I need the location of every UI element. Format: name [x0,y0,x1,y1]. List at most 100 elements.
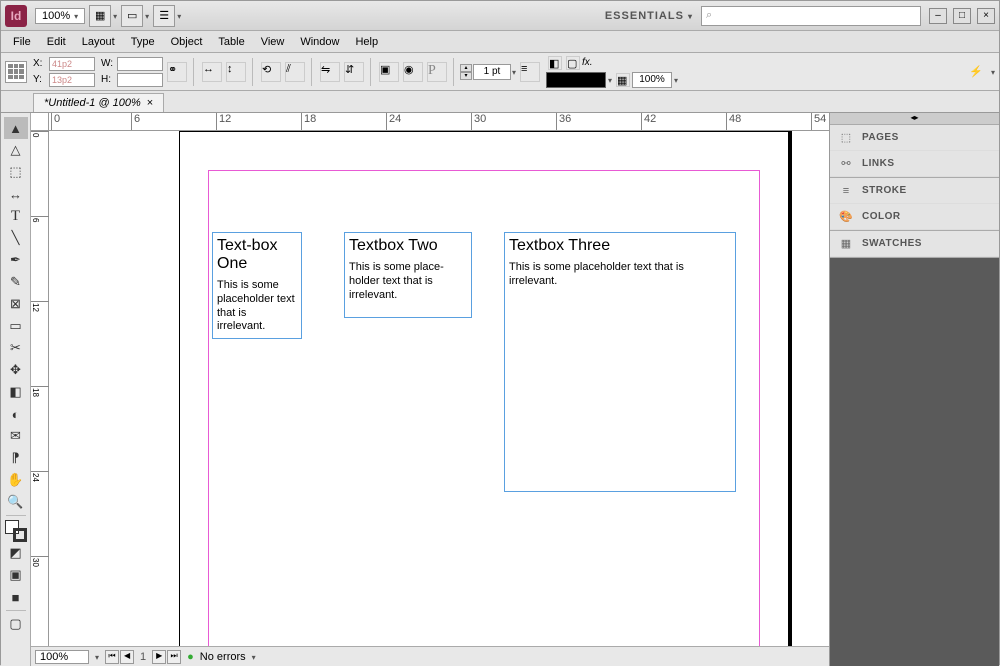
menu-file[interactable]: File [5,34,39,50]
minimize-button[interactable]: – [929,8,947,24]
ruler-tick: 30 [471,113,486,131]
pasteboard[interactable]: Text-box One This is some placeholder te… [49,131,829,646]
h-input[interactable] [117,73,163,87]
pen-tool[interactable]: ✒ [4,249,28,271]
effects-label[interactable]: fx. [582,57,593,68]
gap-tool[interactable]: ↔ [4,183,28,205]
reference-point-grid[interactable] [5,61,27,83]
panel-label: COLOR [862,211,901,222]
fill-color-icon[interactable]: ◧ [548,56,562,70]
text-frame-two[interactable]: Textbox Two This is some place-holder te… [344,232,472,318]
hand-tool[interactable]: ✋ [4,469,28,491]
line-tool[interactable]: ╲ [4,227,28,249]
zoom-tool[interactable]: 🔍 [4,491,28,513]
screen-mode-dropdown[interactable]: ▭ [117,5,149,27]
page-tool[interactable]: ⬚ [4,161,28,183]
chevron-down-icon[interactable] [512,66,516,78]
stroke-weight-input[interactable] [473,64,511,80]
view-mode-normal[interactable]: ▢ [4,613,28,635]
search-input[interactable]: ⌕ [701,6,921,26]
select-content-icon[interactable]: ◉ [403,62,423,82]
control-menu-icon[interactable] [991,66,995,78]
rectangle-tool[interactable]: ▭ [4,315,28,337]
eyedropper-tool[interactable]: ⁋ [4,447,28,469]
page[interactable]: Text-box One This is some placeholder te… [179,131,789,646]
ruler-tick: 42 [641,113,656,131]
gradient-feather-tool[interactable]: ◐ [4,403,28,425]
stroke-color-icon[interactable]: ▢ [566,56,580,70]
first-page-button[interactable]: ⏮ [105,650,119,664]
next-page-button[interactable]: ▶ [152,650,166,664]
fill-stroke-swatch[interactable] [5,520,27,542]
menu-table[interactable]: Table [210,34,252,50]
status-errors[interactable]: No errors [200,651,246,663]
free-transform-tool[interactable]: ✥ [4,359,28,381]
stroke-style-icon[interactable]: ≡ [520,62,540,82]
document-tab[interactable]: *Untitled-1 @ 100% × [33,93,164,112]
prev-page-button[interactable]: ◀ [120,650,134,664]
pencil-tool[interactable]: ✎ [4,271,28,293]
scale-y-icon[interactable]: ↕ [226,62,246,82]
rectangle-frame-tool[interactable]: ⊠ [4,293,28,315]
menu-view[interactable]: View [253,34,293,50]
menu-object[interactable]: Object [163,34,211,50]
x-input[interactable] [49,57,95,71]
pages-panel[interactable]: ⬚ PAGES [830,125,999,151]
paragraph-style-icon[interactable]: P [427,62,447,82]
flip-vertical-icon[interactable]: ⇵ [344,62,364,82]
chevron-down-icon[interactable] [95,651,99,663]
status-zoom-input[interactable] [35,650,89,664]
stroke-color[interactable] [13,528,27,542]
ruler-origin[interactable] [31,113,49,131]
tint-input[interactable] [632,72,672,88]
last-page-button[interactable]: ⏭ [167,650,181,664]
menu-window[interactable]: Window [292,34,347,50]
default-fill-stroke[interactable]: ◩ [4,542,28,564]
color-panel[interactable]: 🎨 COLOR [830,204,999,230]
text-frame-one[interactable]: Text-box One This is some placeholder te… [212,232,302,339]
w-input[interactable] [117,57,163,71]
formatting-affects-container[interactable]: ▣ [4,564,28,586]
note-tool[interactable]: ✉ [4,425,28,447]
direct-selection-tool[interactable]: △ [4,139,28,161]
swatches-panel[interactable]: ▦ SWATCHES [830,231,999,257]
menu-layout[interactable]: Layout [74,34,123,50]
select-container-icon[interactable]: ▣ [379,62,399,82]
chevron-down-icon[interactable] [674,74,678,86]
selection-tool[interactable]: ▲ [4,117,28,139]
status-page-number[interactable]: 1 [140,651,146,663]
shear-icon[interactable]: ⫽ [285,62,305,82]
workspace-switcher[interactable]: ESSENTIALS [597,8,701,24]
rotate-icon[interactable]: ⟲ [261,62,281,82]
apply-color-icon[interactable]: ■ [4,586,28,608]
scissors-tool[interactable]: ✂ [4,337,28,359]
chevron-down-icon[interactable] [252,651,256,663]
stroke-panel[interactable]: ≡ STROKE [830,178,999,204]
titlebar-zoom-dropdown[interactable]: 100% [35,8,85,24]
maximize-button[interactable]: □ [953,8,971,24]
menu-edit[interactable]: Edit [39,34,74,50]
menu-type[interactable]: Type [123,34,163,50]
preflight-icon[interactable]: ● [187,651,194,663]
flip-horizontal-icon[interactable]: ⇋ [320,62,340,82]
y-input[interactable] [49,73,95,87]
horizontal-ruler[interactable]: 0 6 12 18 24 30 36 42 48 54 [31,113,829,131]
canvas-area: 0 6 12 18 24 30 36 42 48 54 0 6 12 18 24… [31,113,829,666]
constrain-proportions-icon[interactable]: ⚭ [167,62,187,82]
close-tab-icon[interactable]: × [147,97,153,109]
vertical-ruler[interactable]: 0 6 12 18 24 30 [31,131,49,646]
links-panel[interactable]: ⚯ LINKS [830,151,999,177]
menu-help[interactable]: Help [347,34,386,50]
text-frame-three[interactable]: Textbox Three This is some placeholder t… [504,232,736,492]
close-button[interactable]: × [977,8,995,24]
gradient-swatch-tool[interactable]: ◧ [4,381,28,403]
stroke-weight-spinner[interactable]: ▴▾ [460,64,472,80]
quick-apply-icon[interactable]: ⚡ [969,65,989,78]
collapse-panels-button[interactable]: ◂▸ [830,113,999,125]
type-tool[interactable]: T [4,205,28,227]
view-options-dropdown[interactable]: ▦ [85,5,117,27]
chevron-down-icon[interactable] [608,74,612,86]
scale-x-icon[interactable]: ↔ [202,62,222,82]
arrange-documents-dropdown[interactable]: ☰ [149,5,181,27]
color-swatch[interactable] [546,72,606,88]
